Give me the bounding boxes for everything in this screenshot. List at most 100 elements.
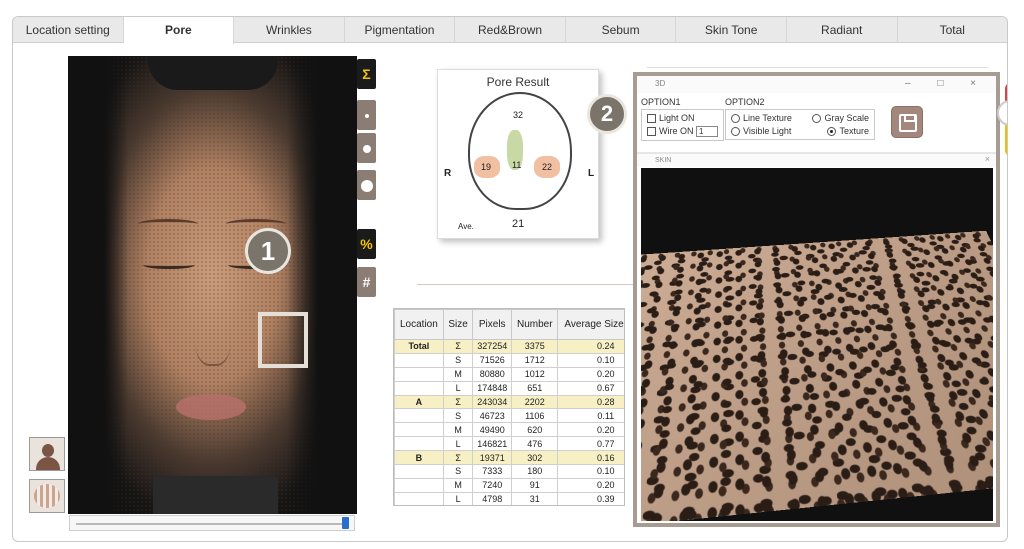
table-cell: 0.24 [557,339,624,354]
tab-radiant[interactable]: Radiant [787,17,898,43]
wire-level-select[interactable]: 1 [696,126,719,138]
table-cell: 1712 [511,352,559,368]
sigma-button[interactable]: Σ [357,59,376,89]
person-icon-body [36,457,60,470]
right-cheek-value: 19 [481,162,492,172]
table-cell: 31 [511,491,559,505]
hash-button[interactable]: # [357,267,376,297]
nose [195,306,231,366]
3d-skin-surface-view[interactable] [641,168,993,521]
table-cell: 0.77 [557,436,624,452]
table-cell: S [442,408,474,424]
table-cell: L [442,491,474,505]
medium-dot-button[interactable] [357,133,376,163]
table-row[interactable]: M 7240 91 0.20 [394,477,624,493]
skin-view-title: SKIN [637,152,996,167]
table-cell: M [442,422,474,438]
small-dot-button[interactable] [357,100,376,130]
headband [148,56,278,90]
column-header: Average Size(mm) [557,309,624,340]
table-row[interactable]: A Σ 243034 2202 0.28 [394,394,624,410]
eye-left [143,261,195,269]
line-texture-label: Line Texture [743,113,792,123]
window-controls[interactable]: – □ × [905,78,988,89]
light-on-checkbox[interactable]: Light ON [647,113,718,124]
face-image-panel[interactable] [68,56,357,514]
3d-viewer-window[interactable]: 3D – □ × OPTION1 Light ON Wire ON 1 OPTI… [633,72,1000,527]
table-row[interactable]: M 80880 1012 0.20 [394,366,624,382]
table-row[interactable]: S 46723 1106 0.11 [394,408,624,424]
save-button[interactable] [891,106,923,138]
face-map-icon [34,484,60,508]
table-row[interactable]: S 7333 180 0.10 [394,464,624,479]
average-value: 21 [512,218,525,230]
tab-pore[interactable]: Pore [123,17,235,44]
person-icon [42,444,54,457]
close-icon[interactable]: × [985,154,990,164]
table-row[interactable]: L 4798 31 0.39 [394,491,624,505]
table-cell: 0.20 [557,366,624,382]
tab-skin-tone[interactable]: Skin Tone [676,17,787,43]
skin-surface-render [641,230,993,521]
column-header: Location [394,309,444,340]
region-of-interest-box[interactable] [258,312,308,368]
wire-on-checkbox[interactable]: Wire ON 1 [647,126,719,138]
table-cell: 0.67 [557,380,624,396]
table-cell [394,491,444,505]
checkbox-icon[interactable] [647,127,656,137]
radio-icon[interactable] [812,114,822,124]
table-cell [394,380,444,396]
table-cell: 49490 [472,422,513,438]
lips [176,394,246,420]
table-row[interactable]: L 174848 651 0.67 [394,380,624,396]
analysis-tab-bar: Location setting Pore Wrinkles Pigmentat… [13,17,1008,44]
table-cell: 4798 [472,491,513,505]
table-row[interactable]: B Σ 19371 302 0.16 [394,450,624,466]
percent-button[interactable]: % [357,229,376,259]
tab-sebum[interactable]: Sebum [566,17,677,43]
tab-wrinkles[interactable]: Wrinkles [234,17,345,43]
pore-statistics-table[interactable]: Location Size Pixels Number Average Size… [393,308,625,506]
tab-red-brown[interactable]: Red&Brown [455,17,566,43]
pore-result-title: Pore Result [486,75,550,89]
tab-total[interactable]: Total [898,17,1008,43]
image-slider[interactable] [69,515,355,531]
table-cell: 19371 [472,450,513,466]
face-map-button[interactable] [29,479,65,513]
table-cell: 1106 [511,408,559,424]
tab-pigmentation[interactable]: Pigmentation [345,17,456,43]
slider-thumb[interactable] [342,517,349,529]
gray-scale-radio[interactable]: Gray Scale [812,113,869,124]
tab-location-setting[interactable]: Location setting [13,17,124,43]
visible-light-label: Visible Light [743,126,792,137]
table-cell: 0.16 [557,450,624,466]
table-cell [394,408,444,424]
table-row[interactable]: Total Σ 327254 3375 0.24 [394,339,624,354]
column-header: Size [442,309,474,340]
table-cell: M [442,366,474,382]
radio-icon[interactable] [731,127,740,137]
level-indicator-icon [997,82,1007,157]
table-cell: 46723 [472,408,513,424]
texture-radio[interactable]: Texture [827,126,869,137]
visible-light-radio[interactable]: Visible Light [731,126,792,137]
table-row[interactable]: M 49490 620 0.20 [394,422,624,438]
table-cell: 7333 [472,464,513,479]
radio-icon[interactable] [731,114,740,124]
step-badge-2: 2 [587,94,627,134]
large-dot-button[interactable] [357,170,376,200]
left-cheek-value: 22 [542,162,553,172]
table-cell: 0.10 [557,352,624,368]
table-cell: 91 [511,477,559,493]
table-cell: 302 [511,450,559,466]
line-texture-radio[interactable]: Line Texture [731,113,792,124]
table-cell: 146821 [472,436,513,452]
table-row[interactable]: L 146821 476 0.77 [394,436,624,452]
radio-selected-icon[interactable] [827,127,837,137]
face-view-button[interactable] [29,437,65,471]
checkbox-icon[interactable] [647,114,656,124]
step-badge-1: 1 [245,228,291,274]
table-row[interactable]: S 71526 1712 0.10 [394,352,624,368]
chin-rest [153,476,278,514]
medium-dot-icon [362,145,371,154]
